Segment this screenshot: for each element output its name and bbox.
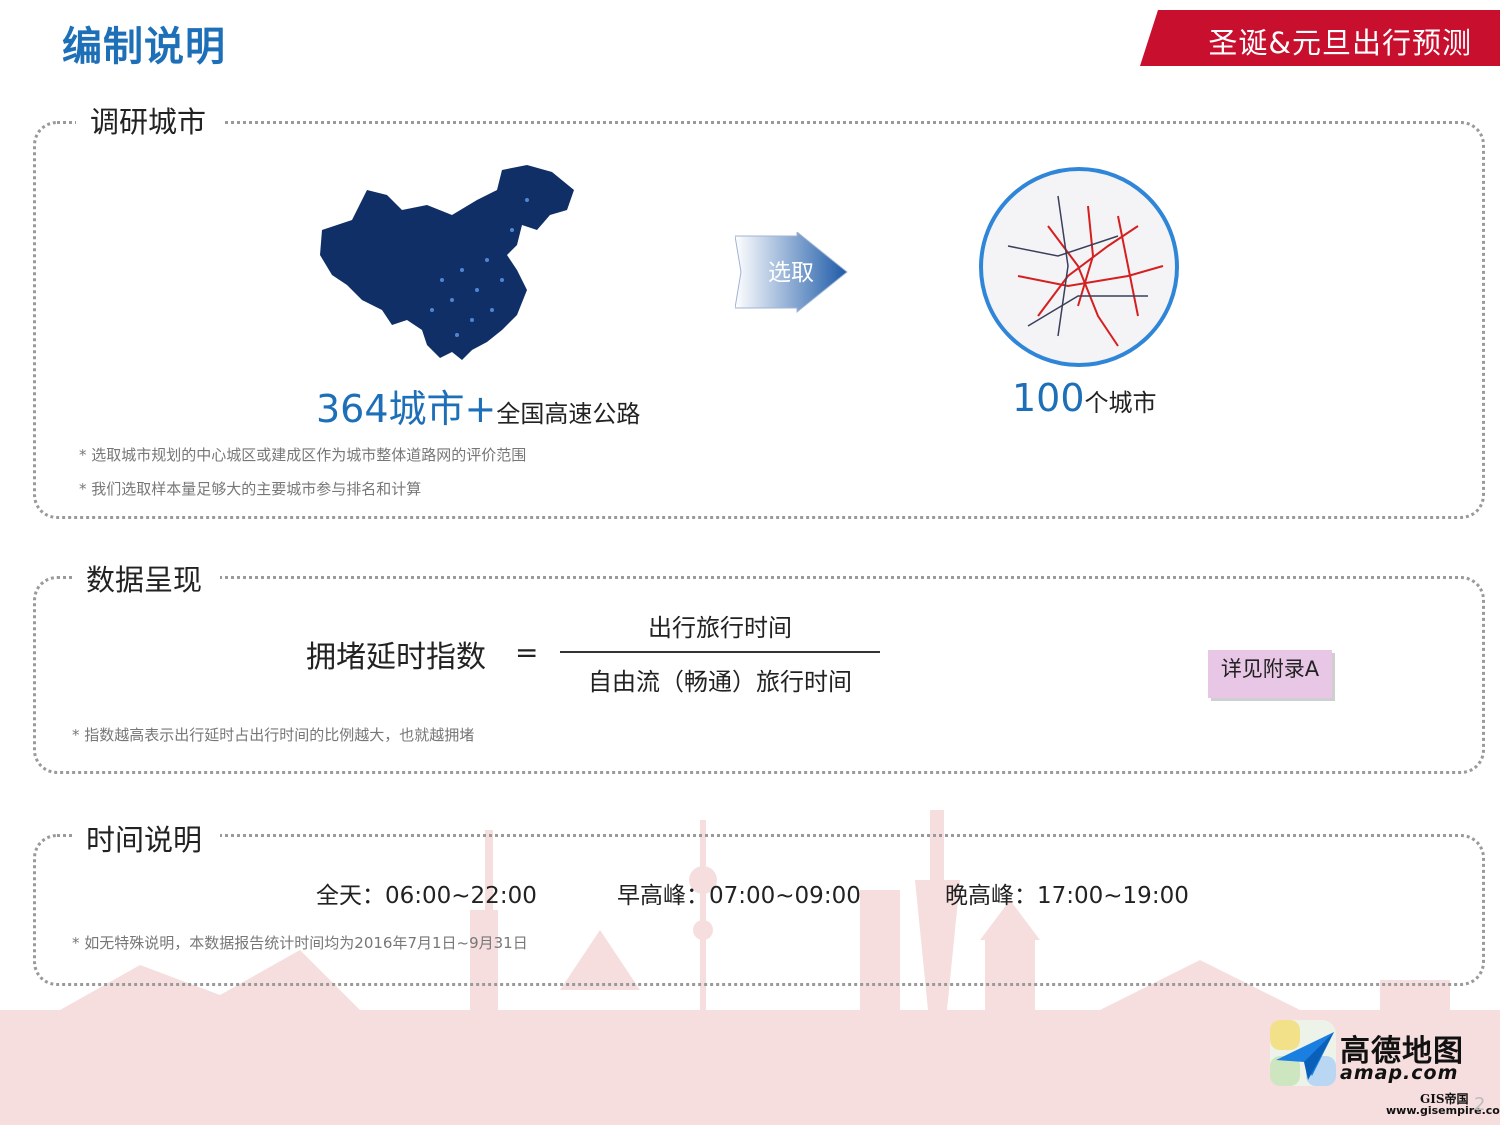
note-sample-size: * 我们选取样本量足够大的主要城市参与排名和计算 [79,480,422,498]
time-all-day-value: 06:00~22:00 [385,883,537,909]
time-description-panel [33,834,1485,986]
section-title-survey-cities: 调研城市 [76,99,225,141]
section-title-data-presentation: 数据呈现 [72,557,221,599]
note-statistics-period: * 如无特殊说明，本数据报告统计时间均为2016年7月1日~9月31日 [72,934,528,952]
banner-text: 圣诞&元旦出行预测 [1208,26,1472,60]
china-map-image [320,165,574,360]
highway-label: 全国高速公路 [496,400,641,428]
page-title: 编制说明 [62,24,226,70]
formula-numerator: 出行旅行时间 [648,614,792,642]
time-morning-peak: 早高峰：07:00~09:00 [617,876,861,910]
time-morning-peak-label: 早高峰： [617,883,709,909]
note-survey-scope: * 选取城市规划的中心城区或建成区作为城市整体道路网的评价范围 [79,446,527,464]
left-stat: 364城市+全国高速公路 [316,378,640,433]
time-evening-peak: 晚高峰：17:00~19:00 [945,876,1189,910]
city-count-100: 100 [1012,376,1085,420]
road-network-map-image [979,167,1179,367]
appendix-a-button[interactable]: 详见附录A [1208,650,1332,698]
time-evening-peak-label: 晚高峰： [945,883,1037,909]
note-index-meaning: * 指数越高表示出行延时占出行时间的比例越大，也就越拥堵 [72,726,475,744]
right-stat: 100个城市 [1012,376,1157,420]
formula-equals: = [515,636,539,669]
formula-denominator: 自由流（畅通）旅行时间 [588,668,852,696]
amap-url: amap.com [1340,1062,1459,1084]
time-morning-peak-value: 07:00~09:00 [709,883,861,909]
page-number: 2 [1474,1094,1486,1115]
time-all-day-label: 全天： [316,883,385,909]
formula-index-name: 拥堵延时指数 [306,640,486,675]
plus-sign: + [464,387,497,431]
time-evening-peak-value: 17:00~19:00 [1037,883,1189,909]
arrow-label: 选取 [768,260,814,286]
amap-logo-icon [1270,1020,1336,1086]
fraction-line [560,651,880,653]
time-all-day: 全天：06:00~22:00 [316,876,537,910]
city-unit-label: 个城市 [1084,389,1157,417]
section-title-time-description: 时间说明 [72,817,221,859]
city-count-364: 364城市 [316,387,465,431]
